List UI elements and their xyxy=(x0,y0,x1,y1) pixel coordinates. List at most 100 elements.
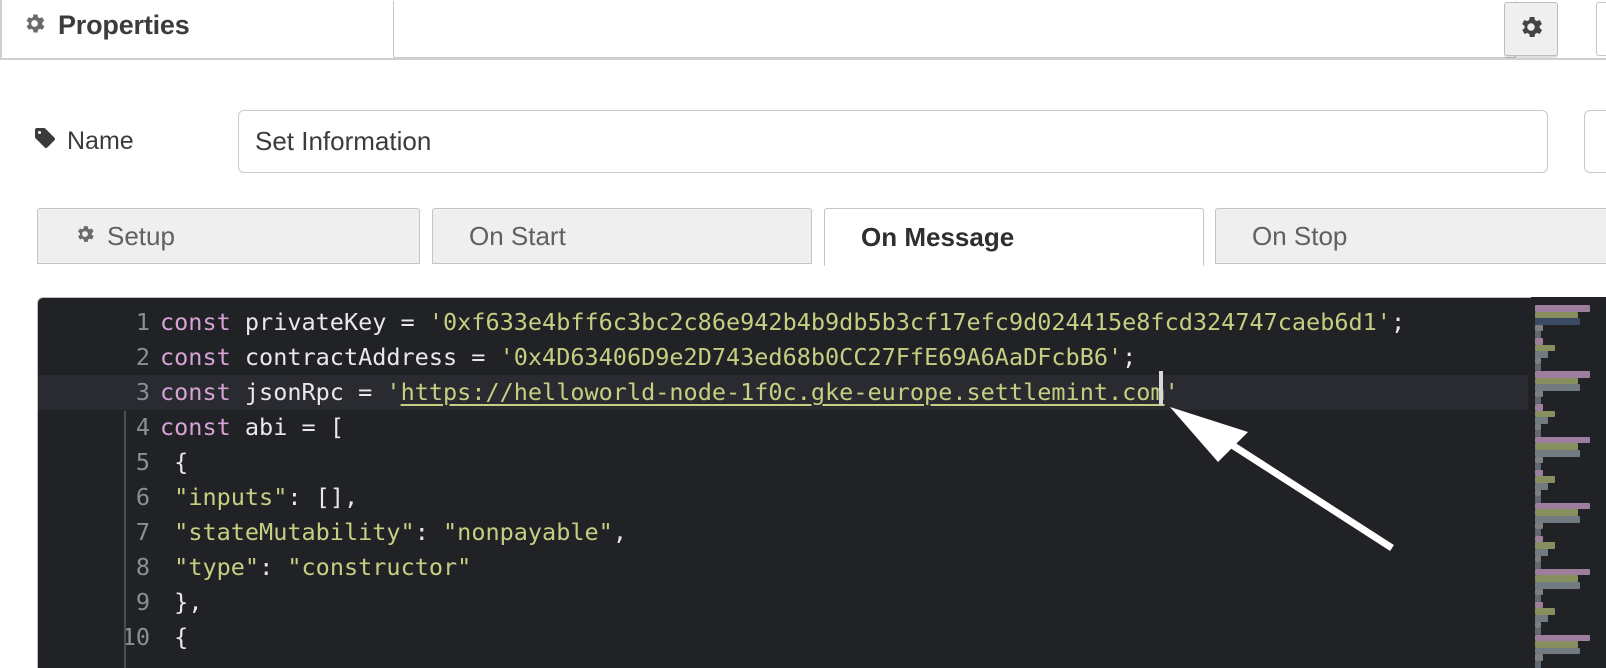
editor-minimap[interactable] xyxy=(1531,297,1606,668)
header-right-edge-control[interactable] xyxy=(1596,2,1606,56)
name-field-row: Name xyxy=(0,110,1606,180)
code-line[interactable]: 3 const jsonRpc = 'https://helloworld-nod… xyxy=(38,375,1528,410)
minimap-line xyxy=(1535,535,1544,543)
minimap-line xyxy=(1535,364,1541,371)
minimap-line xyxy=(1535,443,1578,451)
minimap-line xyxy=(1535,496,1541,503)
code-line[interactable]: 6 "inputs": [], xyxy=(38,480,1528,515)
minimap-line xyxy=(1535,331,1541,338)
minimap-line xyxy=(1535,562,1541,569)
code-line[interactable]: 5 { xyxy=(38,445,1528,480)
code-lines-container[interactable]: 1 const privateKey = '0xf633e4bff6c3bc2c8… xyxy=(38,305,1528,668)
tab-on-start[interactable]: On Start xyxy=(432,208,812,264)
tab-bar: Setup On Start On Message On Stop xyxy=(0,208,1606,266)
header-bottom-divider xyxy=(0,58,1606,60)
tab-label: Setup xyxy=(107,220,175,251)
minimap-line xyxy=(1535,450,1580,457)
tab-on-stop[interactable]: On Stop xyxy=(1215,208,1606,264)
minimap-line xyxy=(1535,410,1555,418)
minimap-line xyxy=(1535,502,1590,510)
minimap-line xyxy=(1535,324,1544,332)
tab-on-message[interactable]: On Message xyxy=(824,208,1204,266)
minimap-line xyxy=(1535,357,1541,365)
minimap-line xyxy=(1535,661,1541,668)
minimap-line xyxy=(1535,403,1544,411)
code-line[interactable]: 1 const privateKey = '0xf633e4bff6c3bc2c8… xyxy=(38,305,1528,340)
gear-icon xyxy=(74,221,96,252)
code-line[interactable]: 7 "stateMutability": "nonpayable", xyxy=(38,515,1528,550)
minimap-line xyxy=(1535,548,1549,556)
tab-label: On Stop xyxy=(1252,220,1348,251)
name-label: Name xyxy=(33,126,134,157)
code-text[interactable]: { xyxy=(160,620,188,655)
name-label-text: Name xyxy=(67,127,134,155)
minimap-line xyxy=(1535,417,1549,424)
minimap-line xyxy=(1535,423,1541,431)
name-input[interactable] xyxy=(238,110,1548,173)
tab-label: On Start xyxy=(469,220,566,251)
minimap-line xyxy=(1535,621,1541,629)
minimap-line xyxy=(1535,568,1590,576)
line-number: 4 xyxy=(135,413,150,441)
line-number: 3 xyxy=(135,378,150,406)
minimap-line xyxy=(1535,509,1578,516)
minimap-line xyxy=(1535,436,1590,444)
minimap-line xyxy=(1535,634,1590,642)
minimap-line xyxy=(1535,370,1590,378)
gear-icon xyxy=(22,11,47,41)
code-line[interactable]: 9 }, xyxy=(38,585,1528,620)
code-line[interactable]: 4 const abi = [ xyxy=(38,410,1528,445)
minimap-line xyxy=(1535,628,1541,635)
minimap-line xyxy=(1535,654,1544,662)
minimap-line xyxy=(1535,516,1580,523)
tab-label: On Message xyxy=(861,221,1015,252)
code-editor[interactable]: 1 const privateKey = '0xf633e4bff6c3bc2c8… xyxy=(37,297,1606,668)
name-row-extra-field[interactable] xyxy=(1584,110,1606,173)
minimap-line xyxy=(1535,595,1541,602)
minimap-line xyxy=(1535,463,1541,470)
minimap-line xyxy=(1535,344,1555,352)
minimap-line xyxy=(1535,641,1578,648)
minimap-line xyxy=(1535,542,1555,549)
minimap-line xyxy=(1535,614,1549,622)
code-line[interactable]: 2 const contractAddress = '0x4D63406D9e2D… xyxy=(38,340,1528,375)
minimap-line xyxy=(1535,469,1544,477)
minimap-line xyxy=(1535,456,1544,464)
line-number: 10 xyxy=(121,623,150,651)
minimap-line xyxy=(1535,575,1578,582)
minimap-line xyxy=(1535,337,1544,345)
minimap-line xyxy=(1535,476,1555,484)
tab-setup[interactable]: Setup xyxy=(37,208,420,264)
minimap-line xyxy=(1535,601,1544,609)
minimap-line xyxy=(1535,489,1541,497)
minimap-line xyxy=(1535,390,1544,398)
code-text[interactable]: }, xyxy=(160,585,202,620)
code-text[interactable]: const jsonRpc = 'https://helloworld-node… xyxy=(160,375,1179,410)
code-text[interactable]: { xyxy=(160,445,188,480)
minimap-line xyxy=(1535,311,1578,319)
code-text[interactable]: "stateMutability": "nonpayable", xyxy=(160,515,627,550)
panel-header: Properties xyxy=(0,0,1606,60)
minimap-line xyxy=(1535,588,1544,596)
indent-guide xyxy=(124,411,126,668)
code-line[interactable]: 10 { xyxy=(38,620,1528,655)
line-number: 6 xyxy=(135,483,150,511)
code-text[interactable]: const abi = [ xyxy=(160,410,344,445)
tag-icon xyxy=(33,126,57,157)
code-text[interactable]: const contractAddress = '0x4D63406D9e2D7… xyxy=(160,340,1136,375)
minimap-line xyxy=(1535,430,1541,437)
header-left-divider xyxy=(0,0,2,58)
minimap-line xyxy=(1535,529,1541,536)
minimap-line xyxy=(1535,581,1580,589)
minimap-line xyxy=(1535,608,1555,615)
code-text[interactable]: "inputs": [], xyxy=(160,480,358,515)
line-number: 8 xyxy=(135,553,150,581)
minimap-line xyxy=(1535,397,1541,404)
code-text[interactable]: const privateKey = '0xf633e4bff6c3bc2c86… xyxy=(160,305,1405,340)
code-line[interactable]: 8 "type": "constructor" xyxy=(38,550,1528,585)
minimap-line xyxy=(1535,318,1580,325)
settings-gear-button[interactable] xyxy=(1504,2,1558,56)
line-number: 7 xyxy=(135,518,150,546)
code-text[interactable]: "type": "constructor" xyxy=(160,550,471,585)
minimap-line xyxy=(1535,522,1544,530)
